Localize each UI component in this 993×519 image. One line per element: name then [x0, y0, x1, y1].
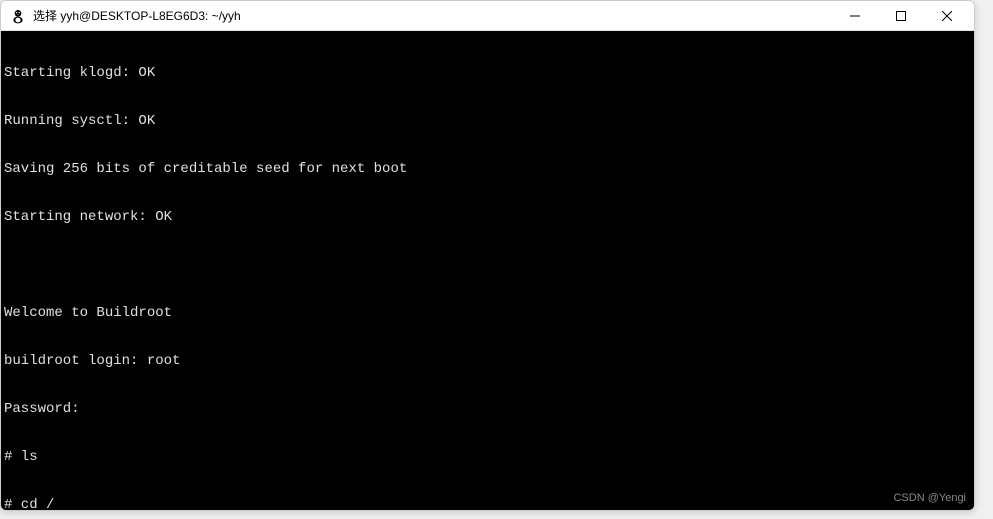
window-controls [832, 1, 970, 31]
output-line [4, 257, 971, 273]
output-line: Saving 256 bits of creditable seed for n… [4, 161, 971, 177]
penguin-icon [9, 7, 27, 25]
output-line: # cd / [4, 497, 971, 510]
titlebar[interactable]: 选择 yyh@DESKTOP-L8EG6D3: ~/yyh [1, 1, 974, 31]
output-line: Running sysctl: OK [4, 113, 971, 129]
window-title: 选择 yyh@DESKTOP-L8EG6D3: ~/yyh [33, 7, 832, 24]
terminal-window: 选择 yyh@DESKTOP-L8EG6D3: ~/yyh Starting k… [0, 0, 975, 511]
output-line: buildroot login: root [4, 353, 971, 369]
close-button[interactable] [924, 1, 970, 31]
minimize-button[interactable] [832, 1, 878, 31]
watermark: CSDN @Yengi [893, 490, 966, 506]
output-line: Password: [4, 401, 971, 417]
output-line: # ls [4, 449, 971, 465]
output-line: Starting klogd: OK [4, 65, 971, 81]
output-line: Starting network: OK [4, 209, 971, 225]
output-line: Welcome to Buildroot [4, 305, 971, 321]
maximize-button[interactable] [878, 1, 924, 31]
terminal-output[interactable]: Starting klogd: OK Running sysctl: OK Sa… [1, 31, 974, 510]
